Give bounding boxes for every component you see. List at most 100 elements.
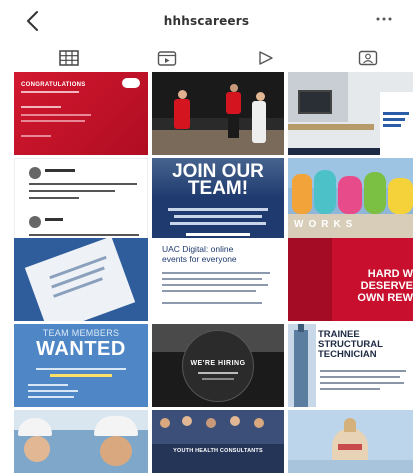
person-head bbox=[182, 416, 192, 426]
worker-face bbox=[24, 436, 50, 462]
post-caption: WORKS bbox=[294, 219, 358, 230]
carousel-top bbox=[344, 418, 356, 432]
text-line bbox=[170, 222, 266, 225]
tagged-icon bbox=[358, 50, 378, 66]
text-line bbox=[29, 183, 137, 185]
text-line bbox=[383, 118, 405, 121]
text-line bbox=[174, 215, 262, 218]
side-panel bbox=[288, 238, 332, 321]
post-hard-work[interactable]: HARD W DESERVE OWN REW bbox=[288, 238, 413, 321]
text-line bbox=[21, 135, 51, 137]
text-line bbox=[162, 290, 256, 292]
post-headline: UAC Digital: online events for everyone bbox=[162, 244, 237, 264]
text-line bbox=[320, 382, 404, 384]
post-headline: WANTED bbox=[36, 338, 126, 360]
post-office-desk[interactable] bbox=[288, 72, 413, 155]
person-head bbox=[254, 418, 264, 428]
hard-hat bbox=[18, 418, 52, 436]
headline-line: TECHNICIAN bbox=[318, 349, 377, 360]
text-line bbox=[28, 396, 74, 398]
text-line bbox=[36, 368, 126, 370]
text-line bbox=[28, 384, 68, 386]
top-bar: hhhscareers bbox=[0, 0, 413, 42]
post-headline: CONGRATULATIONS bbox=[21, 82, 86, 88]
text-line bbox=[162, 272, 270, 274]
text-line bbox=[320, 376, 400, 378]
post-congratulations[interactable]: CONGRATULATIONS bbox=[14, 72, 148, 155]
sculpture-shape bbox=[364, 172, 386, 214]
avatar bbox=[29, 167, 41, 179]
tab-reels[interactable] bbox=[245, 44, 285, 72]
post-uac-digital[interactable]: UAC Digital: online events for everyone bbox=[152, 238, 284, 321]
headline-line: TEAM! bbox=[187, 178, 249, 199]
play-icon bbox=[259, 51, 273, 65]
text-line bbox=[29, 197, 79, 199]
post-were-hiring[interactable]: WE'RE HIRING bbox=[152, 324, 284, 407]
paper-sheet bbox=[24, 238, 136, 321]
more-options-button[interactable] bbox=[373, 12, 395, 26]
sculpture-shape bbox=[314, 170, 336, 214]
tower bbox=[294, 330, 308, 407]
text-line bbox=[320, 388, 380, 390]
dancer-head bbox=[178, 90, 187, 99]
text-line bbox=[28, 390, 78, 392]
headline-line: DESERVE bbox=[360, 280, 413, 292]
post-subheadline: TEAM MEMBERS bbox=[42, 328, 120, 338]
ellipsis-icon bbox=[376, 17, 392, 21]
post-resume-paper[interactable] bbox=[14, 238, 148, 321]
text-line bbox=[29, 234, 139, 236]
text-line bbox=[186, 233, 250, 236]
post-headline: YOUTH HEALTH CONSULTANTS bbox=[173, 448, 263, 454]
text-line bbox=[21, 106, 61, 108]
dancer-legs bbox=[228, 114, 239, 138]
text-line bbox=[21, 91, 79, 93]
post-carousel[interactable] bbox=[288, 410, 413, 473]
guide-icon bbox=[157, 51, 177, 66]
footer-strip bbox=[288, 148, 380, 155]
post-trainee-technician[interactable]: TRAINEE STRUCTURAL TECHNICIAN bbox=[288, 324, 413, 407]
desk bbox=[288, 124, 374, 130]
text-line bbox=[29, 190, 115, 192]
monitor bbox=[298, 90, 332, 114]
group-photo bbox=[152, 410, 284, 444]
sculpture-shape bbox=[292, 174, 312, 214]
tab-guides[interactable] bbox=[147, 44, 187, 72]
post-team-members-wanted[interactable]: TEAM MEMBERS WANTED bbox=[14, 324, 148, 407]
post-hard-hats[interactable] bbox=[14, 410, 148, 473]
post-dancers[interactable] bbox=[152, 72, 284, 155]
text-line bbox=[162, 284, 268, 286]
post-headline: JOIN OUR TEAM! bbox=[152, 162, 284, 199]
text-line bbox=[168, 208, 268, 211]
sculpture-shape bbox=[388, 178, 413, 214]
text-line bbox=[45, 218, 63, 221]
headline-line: events for everyone bbox=[162, 254, 237, 264]
headline-line: OWN REW bbox=[357, 292, 413, 304]
profile-tabs bbox=[0, 44, 413, 72]
person-head bbox=[206, 418, 216, 428]
tab-tagged[interactable] bbox=[348, 44, 388, 72]
tower-top bbox=[298, 324, 304, 332]
logo-badge bbox=[122, 78, 140, 88]
headline-line: HARD W bbox=[367, 268, 413, 280]
worker-face bbox=[100, 436, 132, 466]
avatar bbox=[29, 216, 41, 228]
post-youth-health-consultants[interactable]: YOUTH HEALTH CONSULTANTS bbox=[152, 410, 284, 473]
tab-grid[interactable] bbox=[49, 44, 89, 72]
text-line bbox=[50, 374, 112, 377]
text-line bbox=[198, 372, 238, 374]
sculpture-shape bbox=[338, 176, 362, 214]
posts-grid: CONGRATULATIONS JOIN OUR TEAM! WORKS UAC… bbox=[14, 72, 413, 473]
dancer-body bbox=[252, 101, 266, 143]
post-headline: WE'RE HIRING bbox=[190, 360, 246, 367]
dancer-head bbox=[230, 84, 238, 92]
dancer-head bbox=[256, 92, 265, 101]
grid-icon bbox=[59, 50, 79, 66]
text-line bbox=[162, 302, 262, 304]
dancer-body bbox=[226, 92, 241, 114]
hard-hat bbox=[94, 416, 138, 436]
text-line bbox=[21, 120, 85, 122]
person-head bbox=[160, 418, 170, 428]
text-line bbox=[202, 378, 234, 380]
text-line bbox=[45, 169, 75, 172]
text-line bbox=[383, 124, 401, 127]
